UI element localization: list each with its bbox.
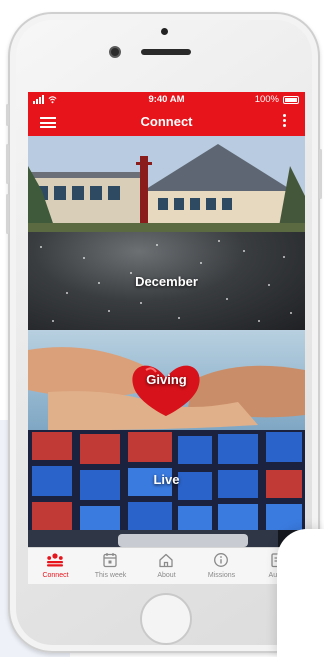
church-image (28, 136, 305, 232)
tile-december[interactable]: December (28, 232, 305, 330)
tile-giving[interactable]: Giving (28, 330, 305, 430)
overlay-card (277, 529, 324, 657)
tab-label: Connect (42, 572, 69, 579)
battery-percent: 100% (254, 94, 279, 105)
tile-label: December (135, 274, 198, 289)
tile-church[interactable] (28, 136, 305, 232)
power-button (319, 149, 322, 199)
people-icon (47, 553, 63, 567)
volume-down-button (6, 194, 9, 234)
tile-partial[interactable] (28, 530, 305, 547)
proximity-sensor (161, 28, 168, 35)
volume-up-button (6, 144, 9, 184)
app-bar: Connect (28, 108, 305, 136)
page-title: Connect (140, 114, 193, 129)
tile-label: Giving (146, 372, 187, 387)
earpiece-speaker (141, 49, 191, 55)
tab-missions[interactable]: Missions (194, 548, 249, 584)
battery-icon (283, 96, 299, 104)
home-button[interactable] (140, 593, 192, 645)
mute-switch (6, 104, 9, 126)
status-bar: 9:40 AM 100% (28, 92, 305, 108)
tab-label: About (157, 572, 176, 579)
tab-label: Missions (207, 572, 236, 579)
info-icon (214, 553, 228, 567)
more-options-icon[interactable] (283, 114, 287, 130)
tile-label: Live (153, 472, 180, 487)
phone-screen: 9:40 AM 100% Connect December Giving Liv… (28, 92, 305, 584)
partial-tile-image (28, 530, 305, 547)
tab-label: This week (94, 572, 127, 579)
tab-this-week[interactable]: This week (83, 548, 138, 584)
front-camera (109, 46, 121, 58)
home-icon (159, 553, 173, 568)
tab-bar: Connect This week About Missions (28, 547, 305, 584)
tab-connect[interactable]: Connect (28, 548, 83, 584)
calendar-icon (103, 553, 117, 568)
tile-live[interactable]: Live (28, 430, 305, 530)
tab-about[interactable]: About (139, 548, 194, 584)
